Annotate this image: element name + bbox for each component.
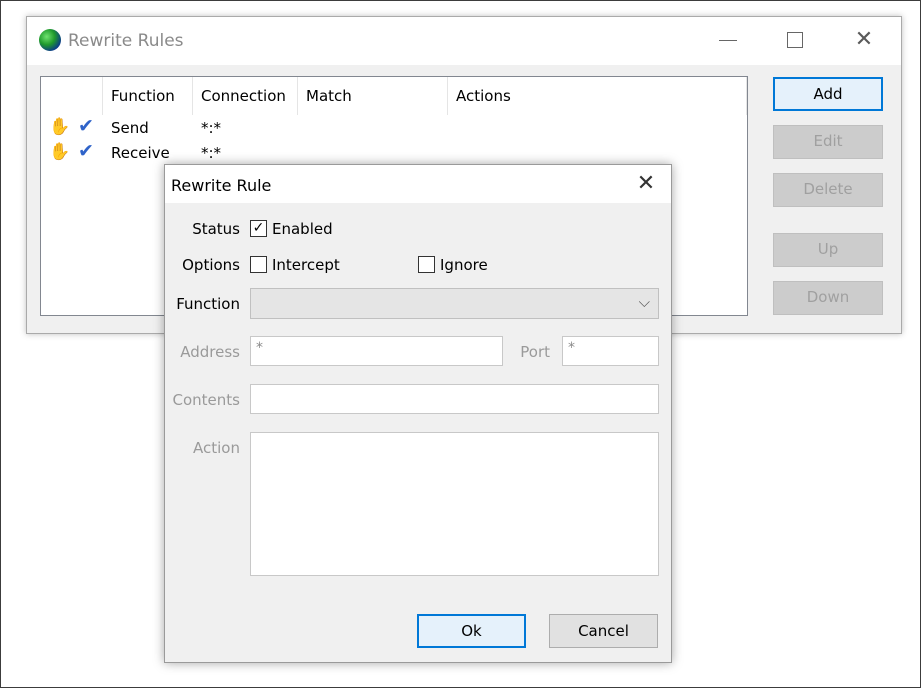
address-input[interactable]: *	[250, 336, 503, 366]
enabled-checkbox[interactable]: ✓	[250, 220, 267, 237]
cancel-button[interactable]: Cancel	[549, 614, 658, 648]
rule-function: Send	[111, 119, 149, 137]
intercept-checkbox[interactable]	[250, 256, 267, 273]
options-label: Options	[182, 256, 240, 274]
contents-input[interactable]	[250, 384, 659, 414]
rule-function: Receive	[111, 144, 170, 162]
table-row[interactable]: ✋ ✔ Send *:*	[41, 115, 747, 141]
rewrite-rule-dialog: Rewrite Rule ✕ Status ✓ Enabled Options …	[164, 164, 672, 663]
close-icon: ✕	[854, 27, 874, 52]
function-label: Function	[176, 295, 240, 313]
action-label: Action	[193, 439, 240, 457]
function-select[interactable]: ⌵	[250, 288, 659, 319]
window-title: Rewrite Rules	[68, 31, 184, 51]
down-button[interactable]: Down	[773, 281, 883, 315]
check-icon: ✔	[78, 140, 94, 162]
column-header-icons[interactable]	[41, 77, 103, 115]
maximize-button[interactable]	[773, 25, 817, 55]
hand-icon: ✋	[49, 142, 71, 162]
column-header-match[interactable]: Match	[298, 77, 448, 115]
port-input[interactable]: *	[562, 336, 659, 366]
close-button[interactable]: ✕	[842, 25, 886, 55]
up-button[interactable]: Up	[773, 233, 883, 267]
column-header-function[interactable]: Function	[103, 77, 193, 115]
ignore-label[interactable]: Ignore	[440, 256, 488, 274]
dialog-close-button[interactable]: ✕	[631, 169, 661, 199]
table-row[interactable]: ✋ ✔ Receive *:*	[41, 140, 747, 166]
add-button[interactable]: Add	[773, 77, 883, 111]
main-titlebar[interactable]: Rewrite Rules ✕	[27, 17, 901, 65]
minimize-button[interactable]	[707, 25, 751, 55]
check-icon: ✔	[78, 115, 94, 137]
port-label: Port	[520, 343, 550, 361]
maximize-icon	[787, 32, 803, 48]
column-header-actions[interactable]: Actions	[448, 77, 747, 115]
action-textarea[interactable]	[250, 432, 659, 576]
chevron-down-icon: ⌵	[638, 293, 650, 311]
rule-connection: *:*	[201, 144, 222, 162]
globe-icon	[39, 29, 61, 51]
delete-button[interactable]: Delete	[773, 173, 883, 207]
address-label: Address	[180, 343, 240, 361]
edit-button[interactable]: Edit	[773, 125, 883, 159]
status-label: Status	[192, 220, 240, 238]
enabled-label[interactable]: Enabled	[272, 220, 333, 238]
hand-icon: ✋	[49, 117, 71, 137]
dialog-title: Rewrite Rule	[171, 176, 272, 195]
rule-connection: *:*	[201, 119, 222, 137]
ok-button[interactable]: Ok	[417, 614, 526, 648]
intercept-label[interactable]: Intercept	[272, 256, 340, 274]
column-header-connection[interactable]: Connection	[193, 77, 298, 115]
list-header: Function Connection Match Actions	[41, 77, 747, 115]
contents-label: Contents	[172, 391, 240, 409]
ignore-checkbox[interactable]	[418, 256, 435, 273]
dialog-titlebar[interactable]: Rewrite Rule ✕	[165, 165, 671, 203]
checkmark-icon: ✓	[252, 220, 265, 236]
minimize-icon	[719, 40, 737, 41]
close-icon: ✕	[636, 171, 656, 196]
